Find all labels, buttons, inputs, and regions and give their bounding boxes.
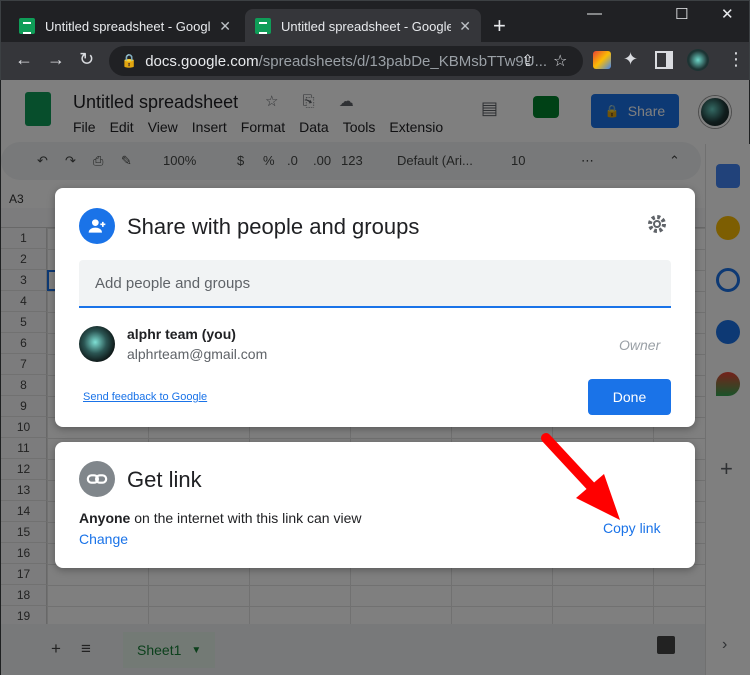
new-tab-button[interactable]: + bbox=[493, 13, 506, 39]
done-button[interactable]: Done bbox=[588, 379, 671, 415]
profile-avatar[interactable] bbox=[687, 49, 709, 71]
add-person-icon bbox=[79, 208, 115, 244]
close-window-button[interactable]: ✕ bbox=[721, 5, 734, 23]
lock-icon: 🔒 bbox=[121, 53, 138, 68]
person-email: alphrteam@gmail.com bbox=[127, 346, 268, 362]
link-audience: Anyone bbox=[79, 510, 131, 526]
browser-tab-2-active[interactable]: Untitled spreadsheet - Google Sh ✕ bbox=[245, 9, 481, 43]
back-icon[interactable]: ← bbox=[15, 49, 33, 70]
change-access-link[interactable]: Change bbox=[79, 531, 128, 547]
owner-role-label: Owner bbox=[619, 337, 661, 353]
address-bar[interactable]: 🔒 docs.google.com/spreadsheets/d/13pabDe… bbox=[109, 46, 583, 76]
share-page-icon[interactable]: ⇪ bbox=[521, 51, 534, 71]
reload-icon[interactable]: ↻ bbox=[79, 49, 94, 70]
annotation-arrow-icon bbox=[541, 433, 620, 520]
url-domain: docs.google.com bbox=[145, 52, 259, 70]
gear-icon[interactable] bbox=[645, 212, 669, 236]
link-icon bbox=[79, 461, 115, 497]
browser-toolbar: ← → ↻ 🔒 docs.google.com/spreadsheets/d/1… bbox=[0, 42, 750, 80]
chrome-menu-icon[interactable]: ⋮ bbox=[727, 49, 745, 70]
tab-title: Untitled spreadsheet - Google Sh bbox=[45, 18, 211, 34]
tab-title: Untitled spreadsheet - Google Sh bbox=[281, 18, 452, 34]
sheets-favicon-icon bbox=[19, 18, 35, 34]
maximize-button[interactable]: ☐ bbox=[675, 5, 688, 23]
browser-tab-1[interactable]: Untitled spreadsheet - Google Sh ✕ bbox=[9, 9, 241, 43]
minimize-button[interactable]: — bbox=[587, 5, 602, 22]
share-dialog-title: Share with people and groups bbox=[127, 214, 420, 239]
forward-icon[interactable]: → bbox=[47, 49, 65, 70]
tab-close-icon[interactable]: ✕ bbox=[459, 18, 471, 35]
person-avatar bbox=[79, 326, 115, 362]
get-link-title: Get link bbox=[127, 467, 202, 492]
browser-tab-strip: Untitled spreadsheet - Google Sh ✕ Untit… bbox=[0, 0, 750, 43]
add-people-input[interactable] bbox=[79, 260, 671, 308]
url-path: /spreadsheets/d/13pabDe_KBMsbTTw9U... bbox=[258, 52, 548, 70]
extensions-puzzle-icon[interactable]: ✦ bbox=[623, 49, 638, 70]
send-feedback-link[interactable]: Send feedback to Google bbox=[83, 391, 207, 403]
side-panel-icon[interactable] bbox=[655, 51, 673, 69]
extension-icon[interactable] bbox=[593, 51, 611, 69]
bookmark-star-icon[interactable]: ☆ bbox=[553, 51, 567, 71]
tab-close-icon[interactable]: ✕ bbox=[219, 18, 231, 35]
share-people-dialog: Share with people and groups alphr team … bbox=[55, 188, 695, 427]
link-permission-text: on the internet with this link can view bbox=[134, 510, 362, 526]
sheets-favicon-icon bbox=[255, 18, 271, 34]
person-name: alphr team (you) bbox=[127, 326, 236, 342]
link-access-description: Anyone on the internet with this link ca… bbox=[79, 510, 361, 526]
